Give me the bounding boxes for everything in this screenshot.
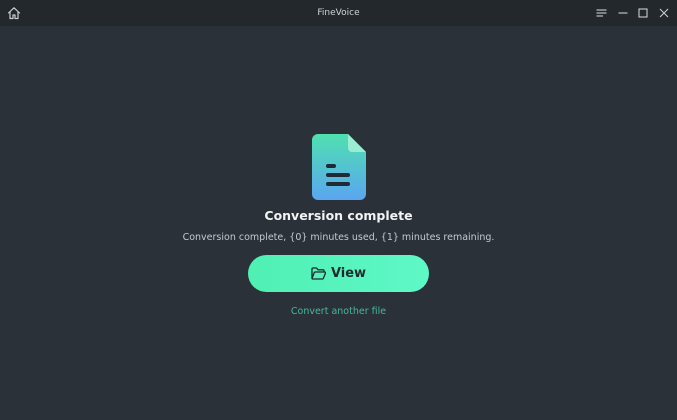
minimize-icon (618, 12, 628, 14)
maximize-button[interactable] (634, 4, 652, 22)
close-button[interactable] (655, 4, 673, 22)
result-heading: Conversion complete (264, 208, 413, 223)
result-message: Conversion complete, {0} minutes used, {… (182, 232, 495, 243)
menu-button[interactable] (592, 4, 610, 22)
convert-another-link[interactable]: Convert another file (0, 306, 677, 317)
menu-icon (596, 9, 606, 17)
view-button-label: View (330, 266, 367, 281)
maximize-icon (638, 8, 648, 18)
app-window: FineVoice Conversion complete Conversion… (0, 0, 677, 420)
close-icon (659, 8, 669, 18)
minimize-button[interactable] (614, 4, 632, 22)
view-button[interactable]: View (248, 255, 429, 292)
window-title: FineVoice (317, 8, 360, 18)
folder-open-icon (311, 267, 326, 280)
result-panel: Conversion complete Conversion complete,… (0, 26, 677, 420)
document-icon (312, 134, 366, 200)
title-bar: FineVoice (0, 0, 677, 26)
